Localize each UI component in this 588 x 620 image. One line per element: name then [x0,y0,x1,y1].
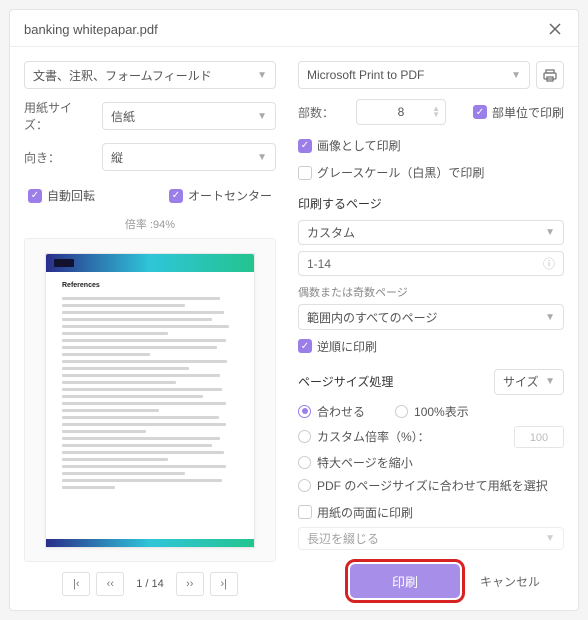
pager-next-button[interactable]: ›› [176,572,204,596]
print-as-image-label: 画像として印刷 [317,137,401,154]
fit-label: 合わせる [317,403,365,420]
actual-size-radio[interactable] [395,405,408,418]
shrink-label: 特大ページを縮小 [317,454,413,471]
auto-center-checkbox[interactable]: ✓ [169,189,183,203]
size-tab-select[interactable]: サイズ ▼ [494,369,564,395]
zoom-label: 倍率 :94% [24,216,276,232]
preview-heading: References [62,282,238,289]
odd-even-select[interactable]: 範囲内のすべてのページ ▼ [298,304,564,329]
page-thumbnail: References [45,253,255,548]
printer-value: Microsoft Print to PDF [307,68,424,82]
orientation-label: 向き： [24,149,94,166]
grayscale-checkbox[interactable] [298,166,312,180]
odd-even-label: 偶数または奇数ページ [298,284,564,300]
auto-rotate-checkbox[interactable]: ✓ [28,189,42,203]
odd-even-value: 範囲内のすべてのページ [307,309,437,326]
copies-value: 8 [398,105,405,119]
pages-heading: 印刷するページ [298,195,564,212]
reverse-order-label: 逆順に印刷 [317,338,377,355]
chevron-down-icon: ▼ [257,152,267,163]
right-panel: Microsoft Print to PDF ▼ 部数： 8 ▲▼ ✓ 部単位で… [290,47,578,610]
pager-prev-button[interactable]: ‹‹ [96,572,124,596]
close-icon[interactable] [546,20,564,38]
preview-area: References [24,238,276,596]
fit-radio[interactable] [298,405,311,418]
content-type-value: 文書、注釈、フォームフィールド [33,67,212,84]
print-as-image-checkbox[interactable]: ✓ [298,139,312,153]
paper-size-label: 用紙サイズ： [24,99,94,133]
pager-display: 1 / 14 [130,578,170,590]
duplex-select[interactable]: 長辺を綴じる ▼ [298,527,564,550]
orientation-value: 縦 [111,149,123,166]
window-title: banking whitepapar.pdf [24,22,158,37]
duplex-label: 用紙の両面に印刷 [317,504,413,521]
custom-scale-input[interactable]: 100 [514,426,564,448]
copies-input[interactable]: 8 ▲▼ [356,99,446,125]
chevron-down-icon: ▼ [545,227,555,238]
reverse-order-checkbox[interactable]: ✓ [298,339,312,353]
page-range-mode-select[interactable]: カスタム ▼ [298,220,564,245]
collate-checkbox[interactable]: ✓ [473,105,487,119]
chevron-down-icon: ▼ [545,312,555,323]
chevron-down-icon: ▼ [545,376,555,387]
collate-label: 部単位で印刷 [492,104,564,121]
copies-label: 部数： [298,104,346,121]
page-range-value: 1-14 [307,257,331,271]
printer-icon [542,67,558,83]
page-range-mode-value: カスタム [307,224,355,241]
dialog-actions: 印刷 キャンセル [298,564,564,598]
pager-first-button[interactable]: |‹ [62,572,90,596]
pager-last-button[interactable]: ›| [210,572,238,596]
size-tab-value: サイズ [503,373,539,390]
print-button[interactable]: 印刷 [350,564,460,598]
chevron-down-icon: ▼ [545,533,555,544]
chevron-down-icon: ▼ [511,70,521,81]
choose-paper-radio[interactable] [298,479,311,492]
printer-select[interactable]: Microsoft Print to PDF ▼ [298,61,530,89]
printer-properties-button[interactable] [536,61,564,89]
actual-size-label: 100%表示 [414,403,469,420]
title-bar: banking whitepapar.pdf [10,10,578,47]
paper-size-value: 信紙 [111,108,135,125]
shrink-radio[interactable] [298,456,311,469]
size-heading: ページサイズ処理 [298,373,393,390]
custom-scale-radio[interactable] [298,430,311,443]
orientation-select[interactable]: 縦 ▼ [102,143,276,171]
help-icon: ⓘ [543,255,555,272]
content-type-select[interactable]: 文書、注釈、フォームフィールド ▼ [24,61,276,89]
grayscale-label: グレースケール（白黒）で印刷 [317,164,484,181]
spinner-icon: ▲▼ [432,106,440,118]
print-dialog: banking whitepapar.pdf 文書、注釈、フォームフィールド ▼… [9,9,579,611]
choose-paper-label: PDF のページサイズに合わせて用紙を選択 [317,477,548,494]
cancel-button[interactable]: キャンセル [480,573,540,590]
custom-scale-label: カスタム倍率（%）： [317,428,430,445]
left-panel: 文書、注釈、フォームフィールド ▼ 用紙サイズ： 信紙 ▼ 向き： 縦 ▼ [10,47,290,610]
duplex-value: 長辺を綴じる [307,530,379,547]
duplex-checkbox[interactable] [298,505,312,519]
paper-size-select[interactable]: 信紙 ▼ [102,102,276,130]
chevron-down-icon: ▼ [257,111,267,122]
page-range-input[interactable]: 1-14 ⓘ [298,251,564,276]
auto-rotate-label: 自動回転 [47,187,95,204]
auto-center-label: オートセンター [188,187,272,204]
pager: |‹ ‹‹ 1 / 14 ›› ›| [24,572,276,596]
chevron-down-icon: ▼ [257,70,267,81]
